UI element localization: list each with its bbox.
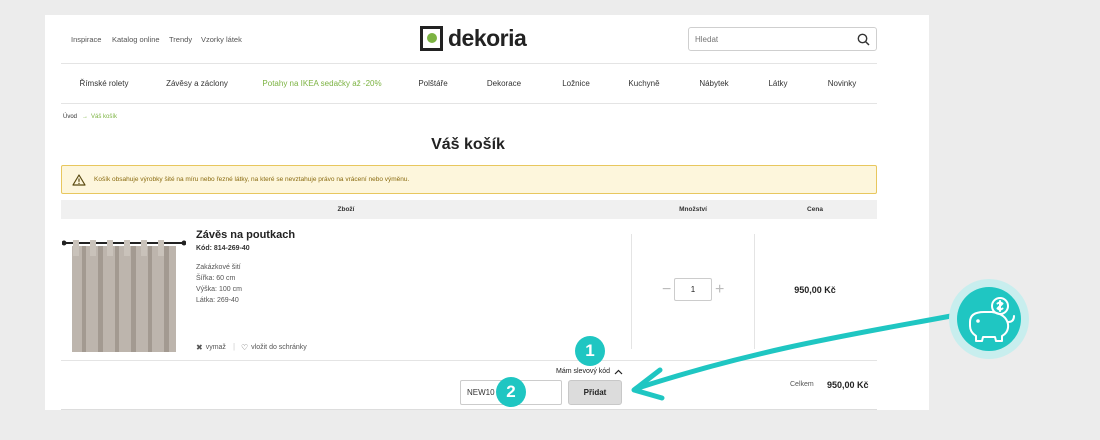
save-for-later-label: vložit do schránky — [251, 344, 307, 351]
column-header-price: Cena — [807, 206, 823, 213]
column-header-quantity: Množství — [679, 206, 707, 213]
piggy-bank-icon — [949, 279, 1029, 359]
nav-divider — [61, 103, 877, 104]
quantity-decrease-button[interactable]: − — [662, 281, 671, 299]
nav-link-vzorky[interactable]: Vzorky látek — [201, 35, 242, 44]
logo[interactable]: dekoria — [420, 25, 527, 52]
category-potahy-promo[interactable]: Potahy na IKEA sedačky až -20% — [262, 79, 381, 88]
page-title: Váš košík — [431, 136, 505, 153]
category-loznice[interactable]: Ložnice — [562, 79, 590, 88]
column-header-product: Zboží — [337, 206, 355, 213]
category-novinky[interactable]: Novinky — [828, 79, 856, 88]
quantity-input[interactable]: 1 — [674, 278, 712, 301]
action-divider: | — [233, 342, 236, 351]
nav-link-inspirace[interactable]: Inspirace — [71, 35, 101, 44]
category-latky[interactable]: Látky — [768, 79, 787, 88]
warning-banner: Košík obsahuje výrobky šité na míru nebo… — [61, 165, 877, 194]
warning-icon — [72, 174, 86, 186]
product-spec-sewing: Zakázkové šití — [196, 264, 241, 271]
apply-discount-button[interactable]: Přidat — [568, 380, 622, 405]
product-name[interactable]: Závěs na poutkach — [196, 229, 295, 241]
category-kuchyne[interactable]: Kuchyně — [628, 79, 659, 88]
product-spec-height: Výška: 100 cm — [196, 286, 242, 293]
category-polstare[interactable]: Polštáře — [418, 79, 447, 88]
search-input[interactable] — [689, 28, 849, 50]
nav-link-katalog[interactable]: Katalog online — [112, 35, 160, 44]
quantity-increase-button[interactable]: + — [715, 281, 724, 299]
remove-item-link[interactable]: ✖ vymaž — [196, 343, 226, 352]
product-spec-fabric: Látka: 269-40 — [196, 297, 239, 304]
breadcrumb-current: Váš košík — [91, 114, 118, 120]
step-badge-2: 2 — [496, 377, 526, 407]
product-code: Kód: 814-269-40 — [196, 245, 250, 252]
pointer-arrow — [631, 309, 975, 401]
header-divider — [61, 63, 877, 64]
category-rimske-rolety[interactable]: Římské rolety — [80, 79, 129, 88]
product-spec-width: Šířka: 60 cm — [196, 275, 236, 282]
heart-icon: ♡ — [241, 343, 249, 352]
category-nabytek[interactable]: Nábytek — [699, 79, 728, 88]
logo-mark — [420, 26, 443, 51]
search-icon[interactable] — [857, 33, 870, 46]
save-for-later-link[interactable]: ♡ vložit do schránky — [241, 343, 307, 352]
breadcrumb-arrow-icon: → — [82, 114, 88, 120]
cart-table-header — [61, 200, 877, 219]
discount-code-toggle[interactable]: Mám slevový kód — [556, 368, 623, 375]
search-box[interactable] — [688, 27, 877, 51]
step-badge-1: 1 — [575, 336, 605, 366]
discount-toggle-label: Mám slevový kód — [556, 368, 611, 375]
close-icon: ✖ — [196, 343, 203, 352]
remove-item-label: vymaž — [205, 344, 226, 351]
product-image[interactable] — [62, 238, 186, 352]
category-dekorace[interactable]: Dekorace — [487, 79, 521, 88]
logo-text: dekoria — [448, 25, 527, 51]
breadcrumb-home[interactable]: Úvod — [63, 114, 77, 120]
category-zavesy[interactable]: Závěsy a záclony — [166, 79, 228, 88]
item-price: 950,00 Kč — [794, 285, 836, 295]
nav-link-trendy[interactable]: Trendy — [169, 35, 192, 44]
warning-text: Košík obsahuje výrobky šité na míru nebo… — [94, 176, 410, 183]
